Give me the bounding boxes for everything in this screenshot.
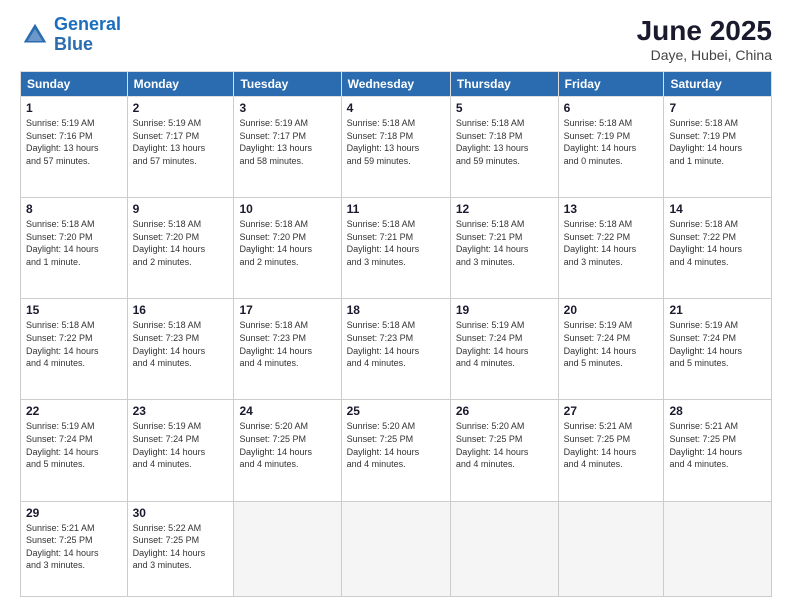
calendar-day: 4Sunrise: 5:18 AM Sunset: 7:18 PM Daylig… [341, 97, 450, 198]
calendar-week-row: 22Sunrise: 5:19 AM Sunset: 7:24 PM Dayli… [21, 400, 772, 501]
weekday-header: Thursday [450, 72, 558, 97]
calendar-day: 19Sunrise: 5:19 AM Sunset: 7:24 PM Dayli… [450, 299, 558, 400]
page: General Blue June 2025 Daye, Hubei, Chin… [0, 0, 792, 612]
calendar-day: 3Sunrise: 5:19 AM Sunset: 7:17 PM Daylig… [234, 97, 341, 198]
weekday-header: Monday [127, 72, 234, 97]
calendar-day: 24Sunrise: 5:20 AM Sunset: 7:25 PM Dayli… [234, 400, 341, 501]
calendar-day [450, 501, 558, 596]
calendar-day: 16Sunrise: 5:18 AM Sunset: 7:23 PM Dayli… [127, 299, 234, 400]
calendar-day: 22Sunrise: 5:19 AM Sunset: 7:24 PM Dayli… [21, 400, 128, 501]
calendar-day [558, 501, 664, 596]
calendar-day: 29Sunrise: 5:21 AM Sunset: 7:25 PM Dayli… [21, 501, 128, 596]
header: General Blue June 2025 Daye, Hubei, Chin… [20, 15, 772, 63]
calendar-week-row: 15Sunrise: 5:18 AM Sunset: 7:22 PM Dayli… [21, 299, 772, 400]
calendar-day: 13Sunrise: 5:18 AM Sunset: 7:22 PM Dayli… [558, 198, 664, 299]
calendar-day: 28Sunrise: 5:21 AM Sunset: 7:25 PM Dayli… [664, 400, 772, 501]
calendar-day: 10Sunrise: 5:18 AM Sunset: 7:20 PM Dayli… [234, 198, 341, 299]
logo-text: General Blue [54, 15, 121, 55]
calendar-week-row: 29Sunrise: 5:21 AM Sunset: 7:25 PM Dayli… [21, 501, 772, 596]
calendar-day: 26Sunrise: 5:20 AM Sunset: 7:25 PM Dayli… [450, 400, 558, 501]
calendar-day: 18Sunrise: 5:18 AM Sunset: 7:23 PM Dayli… [341, 299, 450, 400]
calendar-day: 12Sunrise: 5:18 AM Sunset: 7:21 PM Dayli… [450, 198, 558, 299]
calendar-day: 20Sunrise: 5:19 AM Sunset: 7:24 PM Dayli… [558, 299, 664, 400]
calendar-day: 15Sunrise: 5:18 AM Sunset: 7:22 PM Dayli… [21, 299, 128, 400]
calendar-day: 11Sunrise: 5:18 AM Sunset: 7:21 PM Dayli… [341, 198, 450, 299]
calendar-day [341, 501, 450, 596]
location-title: Daye, Hubei, China [637, 47, 772, 63]
weekday-header: Saturday [664, 72, 772, 97]
calendar-day [234, 501, 341, 596]
calendar-day: 9Sunrise: 5:18 AM Sunset: 7:20 PM Daylig… [127, 198, 234, 299]
calendar-day: 21Sunrise: 5:19 AM Sunset: 7:24 PM Dayli… [664, 299, 772, 400]
month-title: June 2025 [637, 15, 772, 47]
calendar-day: 5Sunrise: 5:18 AM Sunset: 7:18 PM Daylig… [450, 97, 558, 198]
calendar-day: 2Sunrise: 5:19 AM Sunset: 7:17 PM Daylig… [127, 97, 234, 198]
calendar-day: 25Sunrise: 5:20 AM Sunset: 7:25 PM Dayli… [341, 400, 450, 501]
calendar-day: 14Sunrise: 5:18 AM Sunset: 7:22 PM Dayli… [664, 198, 772, 299]
weekday-header: Sunday [21, 72, 128, 97]
calendar: SundayMondayTuesdayWednesdayThursdayFrid… [20, 71, 772, 597]
calendar-week-row: 8Sunrise: 5:18 AM Sunset: 7:20 PM Daylig… [21, 198, 772, 299]
weekday-header: Friday [558, 72, 664, 97]
calendar-header-row: SundayMondayTuesdayWednesdayThursdayFrid… [21, 72, 772, 97]
title-block: June 2025 Daye, Hubei, China [637, 15, 772, 63]
logo-blue: Blue [54, 34, 93, 54]
calendar-day: 23Sunrise: 5:19 AM Sunset: 7:24 PM Dayli… [127, 400, 234, 501]
calendar-day: 6Sunrise: 5:18 AM Sunset: 7:19 PM Daylig… [558, 97, 664, 198]
calendar-day: 8Sunrise: 5:18 AM Sunset: 7:20 PM Daylig… [21, 198, 128, 299]
calendar-day: 1Sunrise: 5:19 AM Sunset: 7:16 PM Daylig… [21, 97, 128, 198]
calendar-day: 27Sunrise: 5:21 AM Sunset: 7:25 PM Dayli… [558, 400, 664, 501]
calendar-day: 30Sunrise: 5:22 AM Sunset: 7:25 PM Dayli… [127, 501, 234, 596]
logo: General Blue [20, 15, 121, 55]
weekday-header: Tuesday [234, 72, 341, 97]
weekday-header: Wednesday [341, 72, 450, 97]
logo-general: General [54, 14, 121, 34]
logo-icon [20, 20, 50, 50]
calendar-day [664, 501, 772, 596]
calendar-day: 17Sunrise: 5:18 AM Sunset: 7:23 PM Dayli… [234, 299, 341, 400]
calendar-week-row: 1Sunrise: 5:19 AM Sunset: 7:16 PM Daylig… [21, 97, 772, 198]
calendar-day: 7Sunrise: 5:18 AM Sunset: 7:19 PM Daylig… [664, 97, 772, 198]
